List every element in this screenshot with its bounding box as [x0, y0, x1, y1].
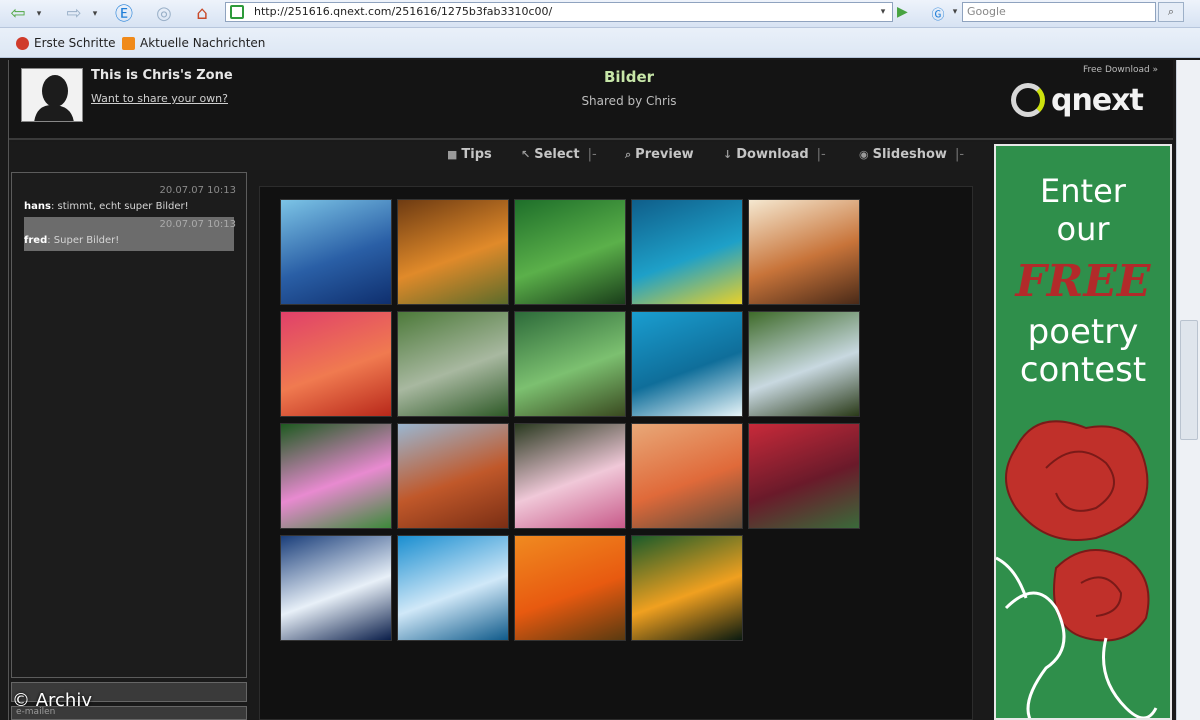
chat-message: fred: Super Bilder! [24, 235, 119, 246]
address-bar[interactable]: http://251616.qnext.com/251616/1275b3fab… [225, 2, 893, 22]
thumbnail-waterfall[interactable] [748, 311, 860, 417]
address-dropdown-icon[interactable]: ▾ [876, 2, 890, 22]
web-page: This is Chris's Zone Want to share your … [8, 60, 1173, 720]
slideshow-button[interactable]: ◉ Slideshow |- [859, 147, 964, 162]
go-arrow-icon[interactable]: ▶ [897, 2, 915, 22]
chat-icon: ■ [447, 148, 458, 161]
tips-label: Tips [461, 147, 492, 162]
bookmark-label: Aktuelle Nachrichten [140, 36, 266, 50]
message-time: 20.07.07 10:13 [159, 185, 236, 196]
qnext-logo-icon [1011, 83, 1045, 117]
rose-illustration-icon [996, 420, 1158, 718]
address-url: http://251616.qnext.com/251616/1275b3fab… [254, 5, 553, 18]
preview-button[interactable]: ⌕ Preview [625, 147, 694, 162]
user-silhouette-icon [34, 75, 74, 121]
message-user: hans [24, 201, 51, 212]
slideshow-label: Slideshow [872, 147, 947, 162]
message-text: : stimmt, echt super Bilder! [50, 201, 189, 212]
logo-text: qnext [1051, 82, 1144, 118]
avatar [21, 68, 83, 122]
bookmarks-bar: Erste Schritte Aktuelle Nachrichten [0, 28, 1200, 58]
page-title: Bilder [603, 68, 655, 86]
site-favicon-icon [230, 5, 244, 19]
forward-arrow-icon[interactable]: ⇨ [62, 2, 86, 24]
stop-icon[interactable]: ◎ [152, 2, 176, 24]
ad-free-text: FREE [1015, 256, 1151, 307]
bookmark-aktuelle-nachrichten[interactable]: Aktuelle Nachrichten [122, 36, 265, 50]
download-button[interactable]: ↓ Download |- [723, 147, 826, 162]
cursor-icon: ↖ [521, 148, 531, 161]
thumbnail-green-leaves[interactable] [514, 199, 626, 305]
image-gallery [259, 186, 973, 720]
thumbnail-sea-turtle[interactable] [631, 199, 743, 305]
free-download-link[interactable]: Free Download » [1083, 65, 1158, 75]
thumbnail-river-meadow[interactable] [397, 311, 509, 417]
zone-title: This is Chris's Zone [91, 68, 233, 83]
page-header: This is Chris's Zone Want to share your … [9, 60, 1173, 140]
thumbnail-iceberg[interactable] [397, 535, 509, 641]
select-dropdown-icon[interactable]: |- [588, 147, 597, 162]
forward-history-chevron-icon[interactable]: ▾ [88, 4, 102, 24]
back-arrow-icon[interactable]: ⇦ [6, 2, 30, 24]
message-text: : Super Bilder! [47, 235, 120, 246]
share-own-link[interactable]: Want to share your own? [91, 92, 228, 105]
vertical-scrollbar[interactable] [1176, 60, 1200, 720]
thumbnail-ocean-wave[interactable] [280, 535, 392, 641]
thumbnail-monument-valley[interactable] [397, 423, 509, 529]
firefox-bookmark-icon [16, 36, 29, 50]
thumbnail-forest-path[interactable] [514, 311, 626, 417]
play-circle-icon: ◉ [859, 148, 869, 161]
scrollbar-thumb[interactable] [1180, 320, 1198, 440]
magnifier-icon: ⌕ [625, 147, 632, 161]
browser-toolbar: ⇦ ▾ ⇨ ▾ Ⓔ ◎ ⌂ http://251616.qnext.com/25… [0, 0, 1200, 28]
rss-feed-icon [122, 36, 135, 50]
thumbnail-autumn-tree[interactable] [397, 199, 509, 305]
thumbnail-desert-dunes[interactable] [631, 423, 743, 529]
thumbnail-water-lilies[interactable] [280, 423, 392, 529]
bookmark-erste-schritte[interactable]: Erste Schritte [16, 36, 116, 50]
select-label: Select [534, 147, 580, 162]
chat-message: hans: stimmt, echt super Bilder! [24, 201, 189, 212]
bookmark-label: Erste Schritte [34, 36, 116, 50]
ad-line: our [1056, 210, 1110, 248]
select-button[interactable]: ↖ Select |- [521, 147, 597, 162]
ad-line: Enter [1040, 172, 1126, 210]
ad-line: contest [1019, 350, 1147, 390]
gallery-toolbar: ■ Tips ↖ Select |- ⌕ Preview ↓ Download … [9, 142, 991, 170]
preview-label: Preview [635, 147, 694, 162]
back-history-chevron-icon[interactable]: ▾ [32, 4, 46, 24]
message-user: fred [24, 235, 48, 246]
search-engine-dropdown-icon[interactable]: ▾ [948, 2, 962, 22]
slideshow-dropdown-icon[interactable]: |- [955, 147, 964, 162]
copyright-watermark: © Archiv [12, 690, 92, 711]
chat-panel: 20.07.07 10:13 hans: stimmt, echt super … [11, 172, 247, 678]
thumbnail-whale-tail[interactable] [631, 311, 743, 417]
tips-button[interactable]: ■ Tips [447, 147, 492, 162]
thumbnail-red-leaves[interactable] [748, 423, 860, 529]
download-label: Download [736, 147, 809, 162]
download-dropdown-icon[interactable]: |- [817, 147, 826, 162]
search-engine-icon[interactable]: Ⓖ [928, 2, 948, 24]
ad-line: poetry [1027, 312, 1139, 352]
thumbnail-orange-flowers[interactable] [514, 535, 626, 641]
thumbnail-toucan[interactable] [631, 535, 743, 641]
page-subtitle: Shared by Chris [581, 94, 677, 108]
thumbnail-plumeria[interactable] [514, 423, 626, 529]
browser-e-icon[interactable]: Ⓔ [112, 2, 136, 25]
thumbnail-blue-mountains[interactable] [280, 199, 392, 305]
search-icon[interactable]: ⌕ [1158, 2, 1184, 22]
thumbnail-savanna-sunset[interactable] [748, 199, 860, 305]
thumbnail-pink-sunset[interactable] [280, 311, 392, 417]
download-arrow-icon: ↓ [723, 148, 733, 161]
qnext-logo[interactable]: qnext [1011, 78, 1161, 122]
message-time: 20.07.07 10:13 [159, 219, 236, 230]
poetry-contest-ad[interactable]: Enter our FREE poetry contest [994, 144, 1172, 720]
search-input[interactable]: Google [962, 2, 1156, 22]
home-icon[interactable]: ⌂ [190, 2, 214, 24]
